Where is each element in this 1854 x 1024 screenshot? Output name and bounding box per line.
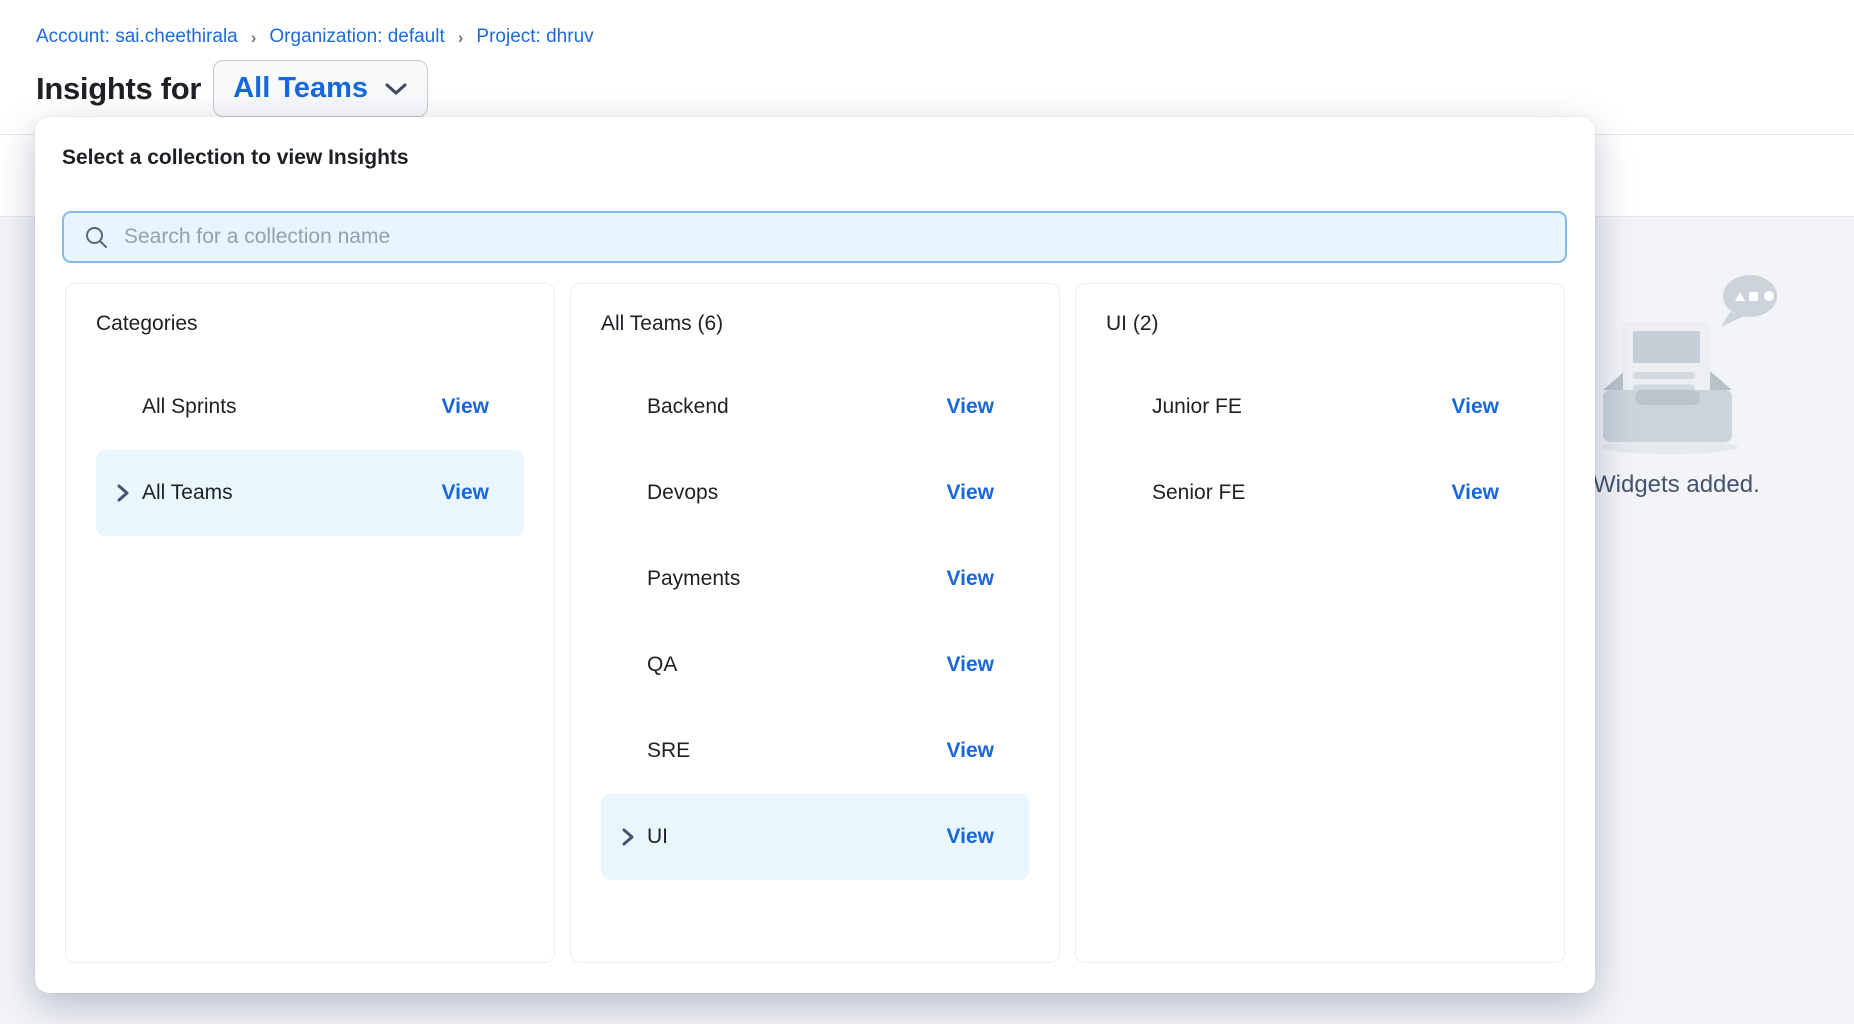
- list-item-label: Junior FE: [1152, 395, 1242, 419]
- list-item-all-sprints[interactable]: All Sprints View: [96, 364, 524, 450]
- view-button[interactable]: View: [947, 567, 994, 591]
- page-title: Insights for: [36, 71, 201, 107]
- breadcrumb: Account: sai.cheethirala › Organization:…: [36, 26, 594, 48]
- chevron-right-icon: [115, 482, 130, 504]
- list-item-label: Devops: [647, 481, 718, 505]
- panel-title: Select a collection to view Insights: [62, 146, 409, 170]
- collection-picker-panel: Select a collection to view Insights Cat…: [35, 117, 1595, 993]
- breadcrumb-separator-icon: ›: [458, 27, 464, 48]
- card-rows: Backend View Devops View Payments View Q…: [601, 364, 1029, 880]
- breadcrumb-project-link[interactable]: Project: dhruv: [476, 26, 593, 48]
- list-item-label: All Teams: [142, 481, 233, 505]
- widgets-empty-state-text: Widgets added.: [1593, 471, 1760, 499]
- card-header: Categories: [96, 312, 524, 336]
- search-icon: [84, 225, 109, 250]
- list-item-qa[interactable]: QA View: [601, 622, 1029, 708]
- view-button[interactable]: View: [1452, 481, 1499, 505]
- widgets-empty-state-illustration: [1585, 263, 1795, 468]
- list-item-senior-fe[interactable]: Senior FE View: [1106, 450, 1534, 536]
- view-button[interactable]: View: [442, 481, 489, 505]
- categories-card: Categories All Sprints View All Teams Vi…: [65, 283, 555, 963]
- breadcrumb-separator-icon: ›: [251, 27, 257, 48]
- view-button[interactable]: View: [947, 481, 994, 505]
- speech-bubble-icon: [1721, 275, 1777, 327]
- chevron-right-icon: [620, 826, 635, 848]
- list-item-backend[interactable]: Backend View: [601, 364, 1029, 450]
- view-button[interactable]: View: [947, 395, 994, 419]
- view-button[interactable]: View: [1452, 395, 1499, 419]
- view-button[interactable]: View: [947, 739, 994, 763]
- view-button[interactable]: View: [442, 395, 489, 419]
- breadcrumb-organization-link[interactable]: Organization: default: [269, 26, 444, 48]
- view-button[interactable]: View: [947, 653, 994, 677]
- list-item-label: All Sprints: [142, 395, 237, 419]
- card-header: UI (2): [1106, 312, 1534, 336]
- list-item-ui[interactable]: UI View: [601, 794, 1029, 880]
- collection-dropdown-button[interactable]: All Teams: [213, 60, 428, 117]
- card-rows: Junior FE View Senior FE View: [1106, 364, 1534, 536]
- card-rows: All Sprints View All Teams View: [96, 364, 524, 536]
- list-item-junior-fe[interactable]: Junior FE View: [1106, 364, 1534, 450]
- list-item-label: UI: [647, 825, 668, 849]
- card-header: All Teams (6): [601, 312, 1029, 336]
- list-item-payments[interactable]: Payments View: [601, 536, 1029, 622]
- breadcrumb-account-link[interactable]: Account: sai.cheethirala: [36, 26, 238, 48]
- search-input[interactable]: [124, 225, 1549, 249]
- inbox-tray-icon: [1585, 263, 1795, 463]
- collection-search-box[interactable]: [62, 211, 1567, 263]
- list-item-all-teams[interactable]: All Teams View: [96, 450, 524, 536]
- page-title-row: Insights for All Teams: [36, 60, 428, 117]
- ui-card: UI (2) Junior FE View Senior FE View: [1075, 283, 1565, 963]
- list-item-label: Senior FE: [1152, 481, 1245, 505]
- collection-dropdown-label: All Teams: [233, 72, 368, 105]
- collection-columns: Categories All Sprints View All Teams Vi…: [65, 283, 1565, 963]
- list-item-label: SRE: [647, 739, 690, 763]
- chevron-down-icon: [383, 81, 409, 97]
- list-item-sre[interactable]: SRE View: [601, 708, 1029, 794]
- view-button[interactable]: View: [947, 825, 994, 849]
- list-item-label: Payments: [647, 567, 740, 591]
- list-item-devops[interactable]: Devops View: [601, 450, 1029, 536]
- all-teams-card: All Teams (6) Backend View Devops View P…: [570, 283, 1060, 963]
- list-item-label: QA: [647, 653, 677, 677]
- list-item-label: Backend: [647, 395, 729, 419]
